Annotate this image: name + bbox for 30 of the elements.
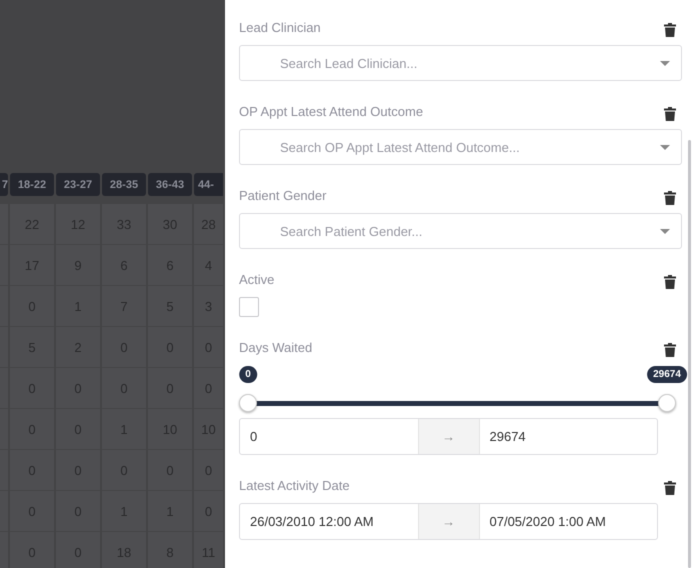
column-header: 18-22 [10,173,54,196]
filter-label: Active [239,272,274,286]
value-bubble: 0 [239,366,257,383]
trash-icon[interactable] [664,23,676,37]
trash-icon[interactable] [664,343,676,357]
search-dropdown[interactable]: Search OP Appt Latest Attend Outcome... [239,129,682,165]
search-dropdown[interactable]: Search Lead Clinician... [239,45,682,81]
caret-icon [660,61,670,66]
caret-icon [660,145,670,150]
trash-icon[interactable] [664,191,676,205]
checkbox[interactable] [239,297,259,317]
caret-icon [660,229,670,234]
filter-label: Latest Activity Date [239,478,350,492]
search-dropdown[interactable]: Search Patient Gender... [239,213,682,249]
trash-icon[interactable] [664,275,676,289]
column-header: 28-35 [102,173,146,196]
column-header: 23-27 [56,173,100,196]
slider-handle[interactable] [239,394,257,412]
scrollbar[interactable] [688,140,691,568]
slider-handle[interactable] [658,394,676,412]
column-header: 36-43 [148,173,192,196]
trash-icon[interactable] [664,107,676,121]
value-bubble: 29674 [647,366,687,383]
filter-label: Lead Clinician [239,20,321,34]
filter-label: Days Waited [239,340,312,354]
trash-icon[interactable] [664,481,676,495]
filter-label: Patient Gender [239,188,326,202]
column-header: 44- [194,173,223,196]
column-header: 7 [0,173,8,196]
filter-label: OP Appt Latest Attend Outcome [239,104,424,118]
